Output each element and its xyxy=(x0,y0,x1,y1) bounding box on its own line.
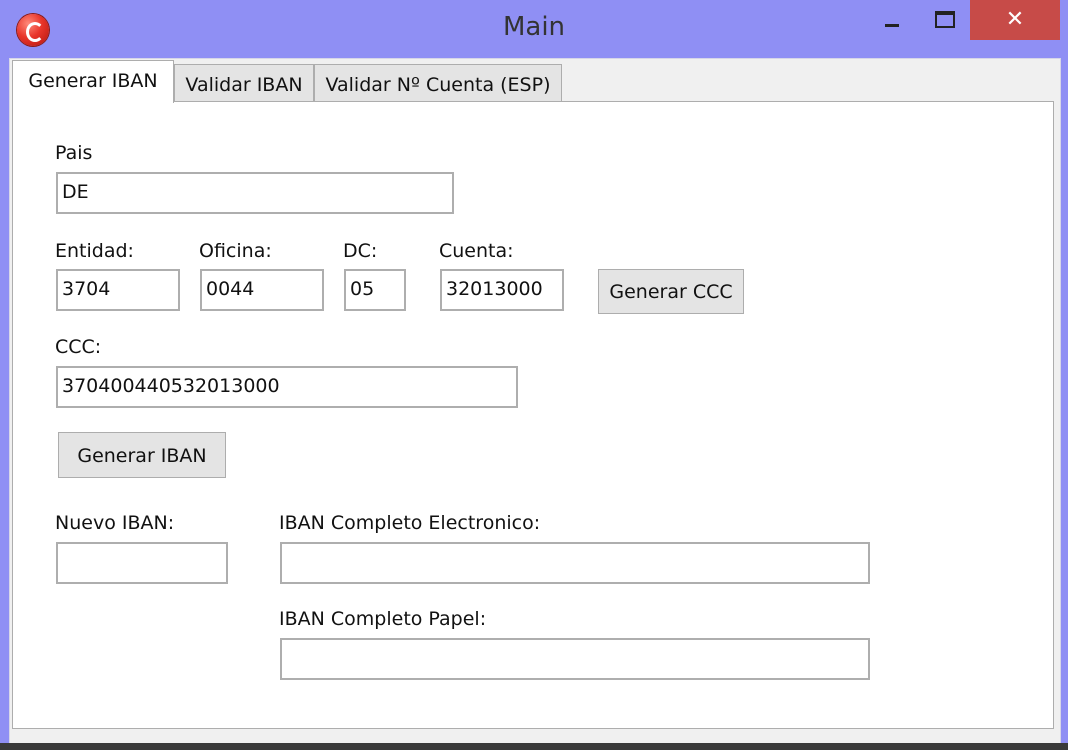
oficina-label: Oficina: xyxy=(199,240,272,262)
minimize-button[interactable] xyxy=(868,0,916,40)
close-button[interactable]: ✕ xyxy=(970,0,1060,40)
generar-ccc-button[interactable]: Generar CCC xyxy=(598,269,744,314)
tab-validar-cuenta[interactable]: Validar Nº Cuenta (ESP) xyxy=(314,64,562,102)
window-bottom-border xyxy=(0,743,1068,750)
oficina-input[interactable]: 0044 xyxy=(200,269,324,311)
cuenta-label: Cuenta: xyxy=(439,240,514,262)
tab-generar-iban[interactable]: Generar IBAN xyxy=(12,60,174,103)
tab-validar-iban[interactable]: Validar IBAN xyxy=(174,64,314,102)
nuevo-iban-input[interactable] xyxy=(56,542,228,584)
ccc-label: CCC: xyxy=(55,336,102,358)
dc-input[interactable]: 05 xyxy=(344,269,406,311)
iban-papel-input[interactable] xyxy=(280,638,870,680)
cuenta-input[interactable]: 32013000 xyxy=(440,269,564,311)
entidad-label: Entidad: xyxy=(55,240,134,262)
entidad-input[interactable]: 3704 xyxy=(56,269,180,311)
iban-electronico-label: IBAN Completo Electronico: xyxy=(279,512,541,534)
pais-label: Pais xyxy=(55,142,93,164)
pais-input[interactable]: DE xyxy=(56,172,454,214)
title-bar: Main ✕ xyxy=(0,0,1068,58)
iban-papel-label: IBAN Completo Papel: xyxy=(279,608,487,630)
iban-electronico-input[interactable] xyxy=(280,542,870,584)
generar-iban-button[interactable]: Generar IBAN xyxy=(58,432,226,478)
dc-label: DC: xyxy=(343,240,378,262)
ccc-input[interactable]: 370400440532013000 xyxy=(56,366,518,408)
nuevo-iban-label: Nuevo IBAN: xyxy=(55,512,175,534)
maximize-button[interactable] xyxy=(922,0,970,40)
